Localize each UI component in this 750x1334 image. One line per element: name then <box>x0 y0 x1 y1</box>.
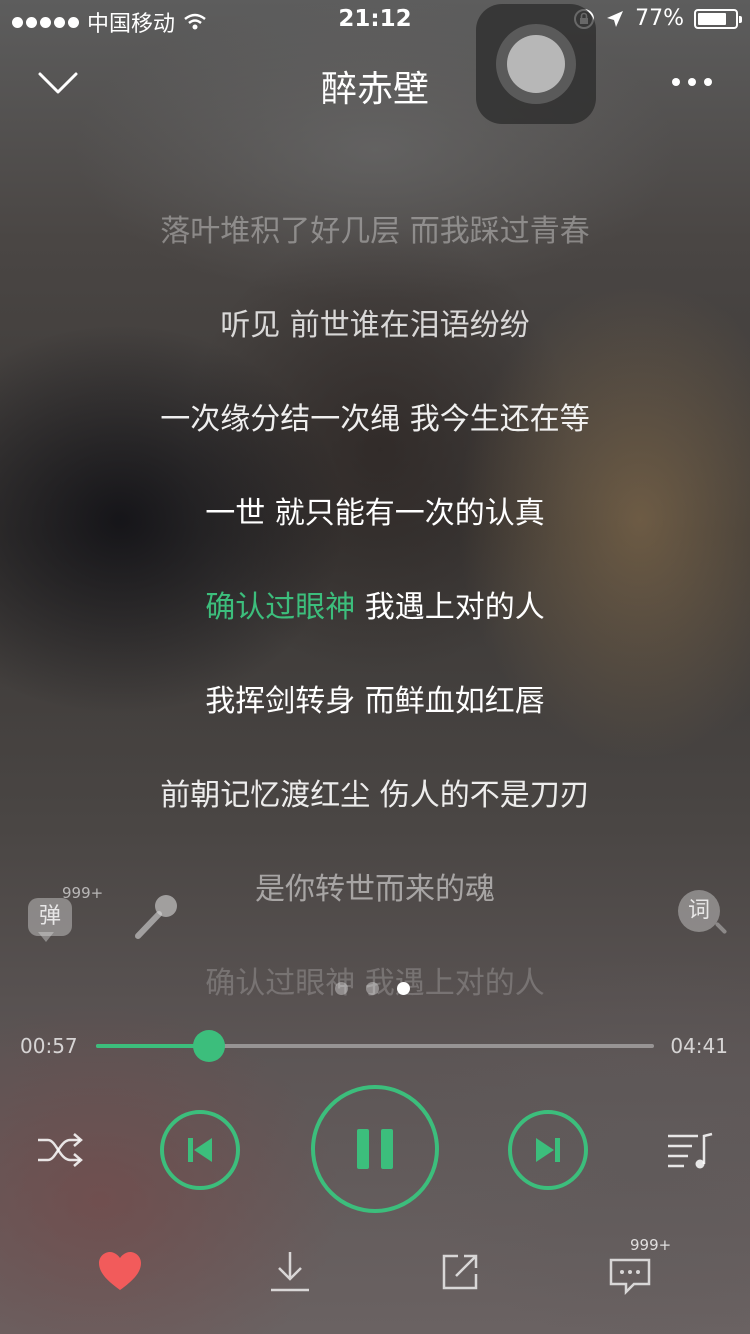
pause-button[interactable] <box>311 1085 439 1213</box>
duration: 04:41 <box>670 1034 728 1058</box>
danmu-icon: 弹 <box>28 898 72 936</box>
page-dot[interactable] <box>335 982 348 995</box>
battery-percent: 77% <box>635 6 684 31</box>
bottom-action-bar: 999+ <box>0 1236 750 1310</box>
status-bar: 中国移动 21:12 77% <box>0 0 750 40</box>
previous-icon <box>188 1138 212 1162</box>
lyric-line: 我挥剑转身 而鲜血如红唇 <box>205 684 545 719</box>
comment-button[interactable]: 999+ <box>606 1236 671 1296</box>
comment-icon <box>609 1258 651 1296</box>
previous-button[interactable] <box>160 1110 240 1190</box>
current-time: 00:57 <box>20 1034 78 1058</box>
comment-count-badge: 999+ <box>630 1236 672 1254</box>
lyric-icon: 词 <box>678 890 720 932</box>
lyric-line-faded: 落叶堆积了好几层 而我踩过青春 <box>160 214 590 249</box>
lyric-line: 听见 前世谁在泪语纷纷 <box>220 308 530 343</box>
player-header: 醉赤壁 <box>0 50 750 120</box>
lyric-line: 一世 就只能有一次的认真 <box>205 496 545 531</box>
battery-icon <box>694 8 742 29</box>
danmu-button[interactable]: 弹 999+ <box>28 884 103 942</box>
lyric-line: 一次缘分结一次绳 我今生还在等 <box>160 402 590 437</box>
danmu-count-badge: 999+ <box>62 884 104 902</box>
next-button[interactable] <box>508 1110 588 1190</box>
page-dot[interactable] <box>366 982 379 995</box>
page-dot[interactable] <box>397 982 410 995</box>
location-icon <box>607 10 624 27</box>
unsung-part: 我遇上对的人 <box>355 590 545 625</box>
page-indicator <box>335 982 410 995</box>
lyric-line-faded: 是你转世而来的魂 <box>255 872 495 907</box>
seek-knob[interactable] <box>193 1030 226 1062</box>
share-icon[interactable] <box>436 1248 484 1296</box>
sung-part: 确认过眼神 <box>205 590 356 625</box>
current-lyric-line: 确认过眼神 我遇上对的人 <box>0 582 750 626</box>
lyrics-panel[interactable]: 落叶堆积了好几层 而我踩过青春 听见 前世谁在泪语纷纷 一次缘分结一次绳 我今生… <box>0 130 750 1010</box>
pause-icon <box>357 1129 393 1169</box>
progress-bar: 00:57 04:41 <box>0 1030 750 1066</box>
more-options-icon[interactable] <box>670 70 714 94</box>
song-title: 醉赤壁 <box>320 69 429 110</box>
playlist-icon[interactable] <box>666 1130 716 1170</box>
status-right: 77% <box>573 6 742 31</box>
lyric-line: 前朝记忆渡红尘 伤人的不是刀刃 <box>160 778 590 813</box>
like-heart-icon[interactable] <box>96 1248 144 1296</box>
lyric-line-faded: 确认过眼神 我遇上对的人 <box>205 966 545 1001</box>
played-portion <box>96 1044 210 1048</box>
playback-controls <box>0 1085 750 1215</box>
shuffle-icon[interactable] <box>36 1130 84 1170</box>
download-icon[interactable] <box>266 1248 314 1296</box>
seek-track[interactable] <box>96 1030 654 1062</box>
microphone-icon[interactable] <box>130 890 182 942</box>
lyric-search-button[interactable]: 词 <box>678 890 728 940</box>
next-icon <box>536 1138 560 1162</box>
